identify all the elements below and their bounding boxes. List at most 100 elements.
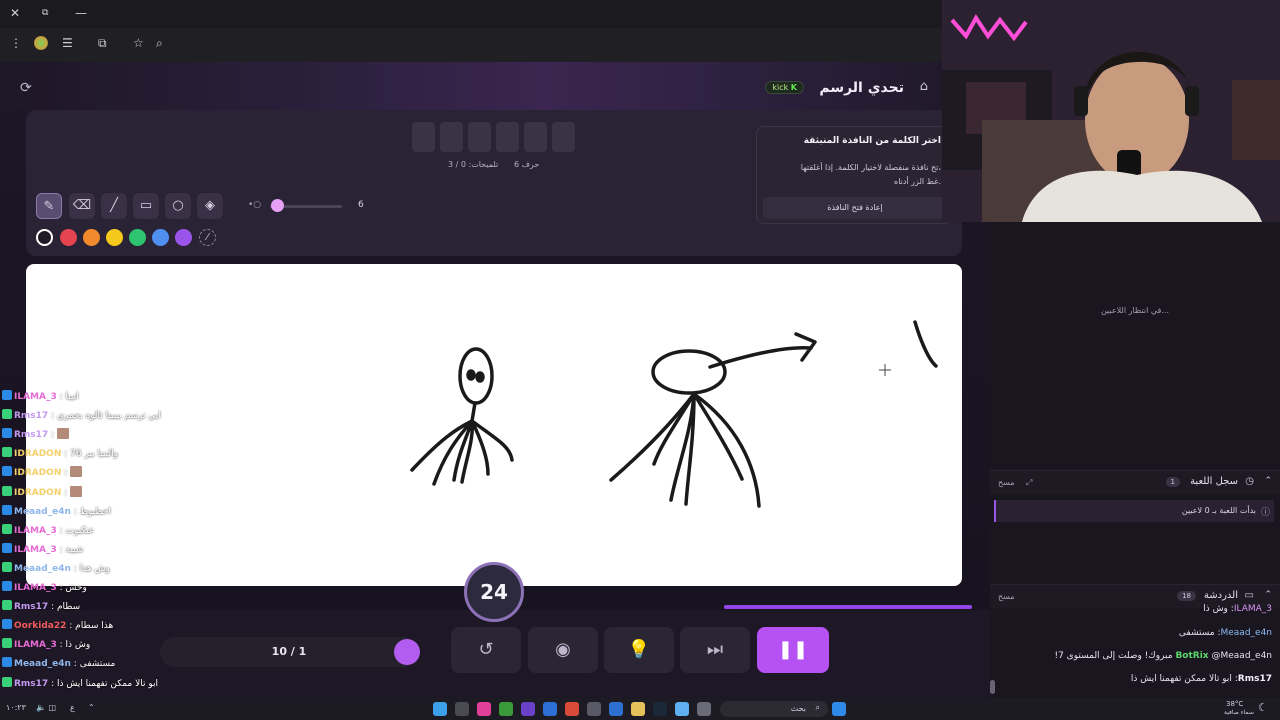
webcam-image: [942, 0, 1280, 222]
game-log-clear-button[interactable]: مسح: [998, 478, 1015, 487]
expand-icon[interactable]: ⤢: [1026, 478, 1032, 488]
fill-tool-button[interactable]: ◈: [197, 193, 223, 219]
app-icon[interactable]: [477, 702, 491, 716]
badge-icon: [2, 561, 12, 572]
chat-username: BotRix: [1175, 651, 1209, 661]
overlay-chat-line: ILAMA_3 : عنكبوت: [2, 523, 95, 539]
badge-icon: [2, 619, 12, 630]
chevron-up-icon[interactable]: ⌃: [1264, 590, 1272, 600]
letter-slot: [552, 122, 575, 152]
folder-icon[interactable]: [631, 702, 645, 716]
app-icon[interactable]: [697, 702, 711, 716]
taskbar-search[interactable]: ⌕ بحث: [720, 701, 828, 717]
app-icon[interactable]: [499, 702, 513, 716]
eraser-tool-button[interactable]: ⌫: [69, 193, 95, 219]
reopen-window-button[interactable]: إعادة فتح النافذة: [763, 197, 947, 219]
waiting-players-label: في انتظار اللاعبين...: [1100, 306, 1170, 315]
app-icon[interactable]: [609, 702, 623, 716]
overlay-message: شيبة: [65, 544, 84, 555]
overlay-chat-line: IDRADON : والبنيا بير 76: [2, 447, 118, 462]
overlay-chat-line: ILAMA_3 : وحش: [2, 581, 87, 596]
chevron-up-icon[interactable]: ⌃: [1264, 476, 1272, 486]
game-log-title: سجل اللعبة: [1190, 476, 1238, 487]
brush-size-knob[interactable]: [271, 199, 284, 212]
hint-bulb-button[interactable]: 💡: [604, 627, 674, 673]
overlay-chat-line: IDRADON :: [2, 485, 83, 501]
extensions-icon[interactable]: ⧉: [98, 36, 107, 51]
game-log-header[interactable]: مسح ⤢ 1 سجل اللعبة ◷ ⌃: [990, 470, 1280, 494]
app-icon[interactable]: [455, 702, 469, 716]
overlay-username: Meaad_e4n: [14, 659, 71, 670]
home-icon[interactable]: ⌂: [920, 79, 928, 94]
close-window-button[interactable]: ✕: [10, 6, 20, 20]
browser-chrome: ✕ ⧉ — ⋮ ☰ ⧉ ☆ ⌕: [0, 0, 942, 62]
search-icon[interactable]: ⌕: [156, 36, 163, 51]
color-picker-icon[interactable]: ⁄: [199, 229, 216, 246]
star-icon[interactable]: ☆: [133, 36, 144, 50]
round-progress-knob: [394, 639, 420, 665]
color-swatch-green[interactable]: [129, 229, 146, 246]
refresh-icon[interactable]: ⟳: [20, 80, 32, 96]
start-icon[interactable]: [832, 702, 846, 716]
badge-icon: [2, 676, 12, 687]
popup-body-line: تح نافذة منفصلة لاختيار الكلمة. إذا أغلق…: [800, 163, 941, 172]
rectangle-tool-button[interactable]: ▭: [133, 193, 159, 219]
separator: :: [61, 487, 71, 498]
chat-clear-button[interactable]: مسح: [998, 592, 1015, 601]
app-icon[interactable]: [653, 702, 667, 716]
skip-button[interactable]: ⏭: [680, 627, 750, 673]
separator: :: [56, 583, 66, 593]
badge-icon: [2, 523, 12, 534]
overlay-message: عنكبوت: [65, 525, 95, 536]
chat-username: Meaad_e4n: [1220, 628, 1272, 638]
chat-username: ILAMA_3: [1233, 604, 1272, 614]
tray-icons: 🔈 ◫: [36, 703, 57, 712]
badge-icon: [2, 409, 12, 420]
side-panel: في انتظار اللاعبين... مسح ⤢ 1 سجل اللعبة…: [990, 222, 1280, 698]
profile-avatar[interactable]: [34, 36, 48, 50]
stream-chat-overlay: ILAMA_3 : انيبا Rms17 : ايي ترسم بيبينا ث…: [0, 390, 230, 696]
app-icon[interactable]: [433, 702, 447, 716]
color-swatch-black[interactable]: [36, 229, 53, 246]
overlay-username: IDRADON: [14, 468, 62, 479]
overlay-username: ILAMA_3: [14, 640, 57, 651]
separator: :: [56, 392, 66, 402]
restore-window-button[interactable]: ⧉: [42, 8, 48, 18]
overlay-message: وش هذا: [79, 563, 110, 574]
reveal-eye-button[interactable]: ◉: [528, 627, 598, 673]
overlay-message: انيبا: [65, 392, 79, 402]
app-icon[interactable]: [587, 702, 601, 716]
color-swatch-purple[interactable]: [175, 229, 192, 246]
game-log-entry-text: بدأت اللعبة بـ 0 لاعبين: [1181, 506, 1256, 515]
line-tool-button[interactable]: ╱: [101, 193, 127, 219]
color-swatch-blue[interactable]: [152, 229, 169, 246]
pause-button[interactable]: ❚❚: [757, 627, 829, 673]
color-swatch-yellow[interactable]: [106, 229, 123, 246]
filter-icon[interactable]: ☰: [62, 36, 73, 50]
minimize-window-button[interactable]: —: [75, 6, 87, 20]
app-icon[interactable]: [565, 702, 579, 716]
color-swatch-orange[interactable]: [83, 229, 100, 246]
webcam-feed: [942, 0, 1280, 222]
tray-chevron-icon[interactable]: ⌃: [88, 703, 95, 712]
app-icon[interactable]: [675, 702, 689, 716]
language-indicator[interactable]: ع: [70, 703, 75, 712]
badge-icon: [2, 466, 12, 477]
chat-text: مستشفى: [1178, 628, 1215, 638]
letter-slot: [496, 122, 519, 152]
chat-title: الدردشة: [1203, 590, 1238, 601]
overlay-message: اخطبوط: [79, 506, 111, 517]
circle-tool-button[interactable]: ○: [165, 193, 191, 219]
pen-tool-button[interactable]: ✎: [36, 193, 62, 219]
info-icon: ⓘ: [1260, 508, 1270, 518]
chat-message: ILAMA_3: وش ذا: [1203, 604, 1272, 614]
undo-button[interactable]: ↺: [451, 627, 521, 673]
emote-image: [70, 485, 83, 497]
color-swatch-red[interactable]: [60, 229, 77, 246]
brush-size-icon: •○: [248, 200, 262, 210]
chat-scrollbar[interactable]: [990, 680, 995, 694]
app-icon[interactable]: [521, 702, 535, 716]
letter-slot: [468, 122, 491, 152]
menu-icon[interactable]: ⋮: [10, 36, 22, 50]
app-icon[interactable]: [543, 702, 557, 716]
